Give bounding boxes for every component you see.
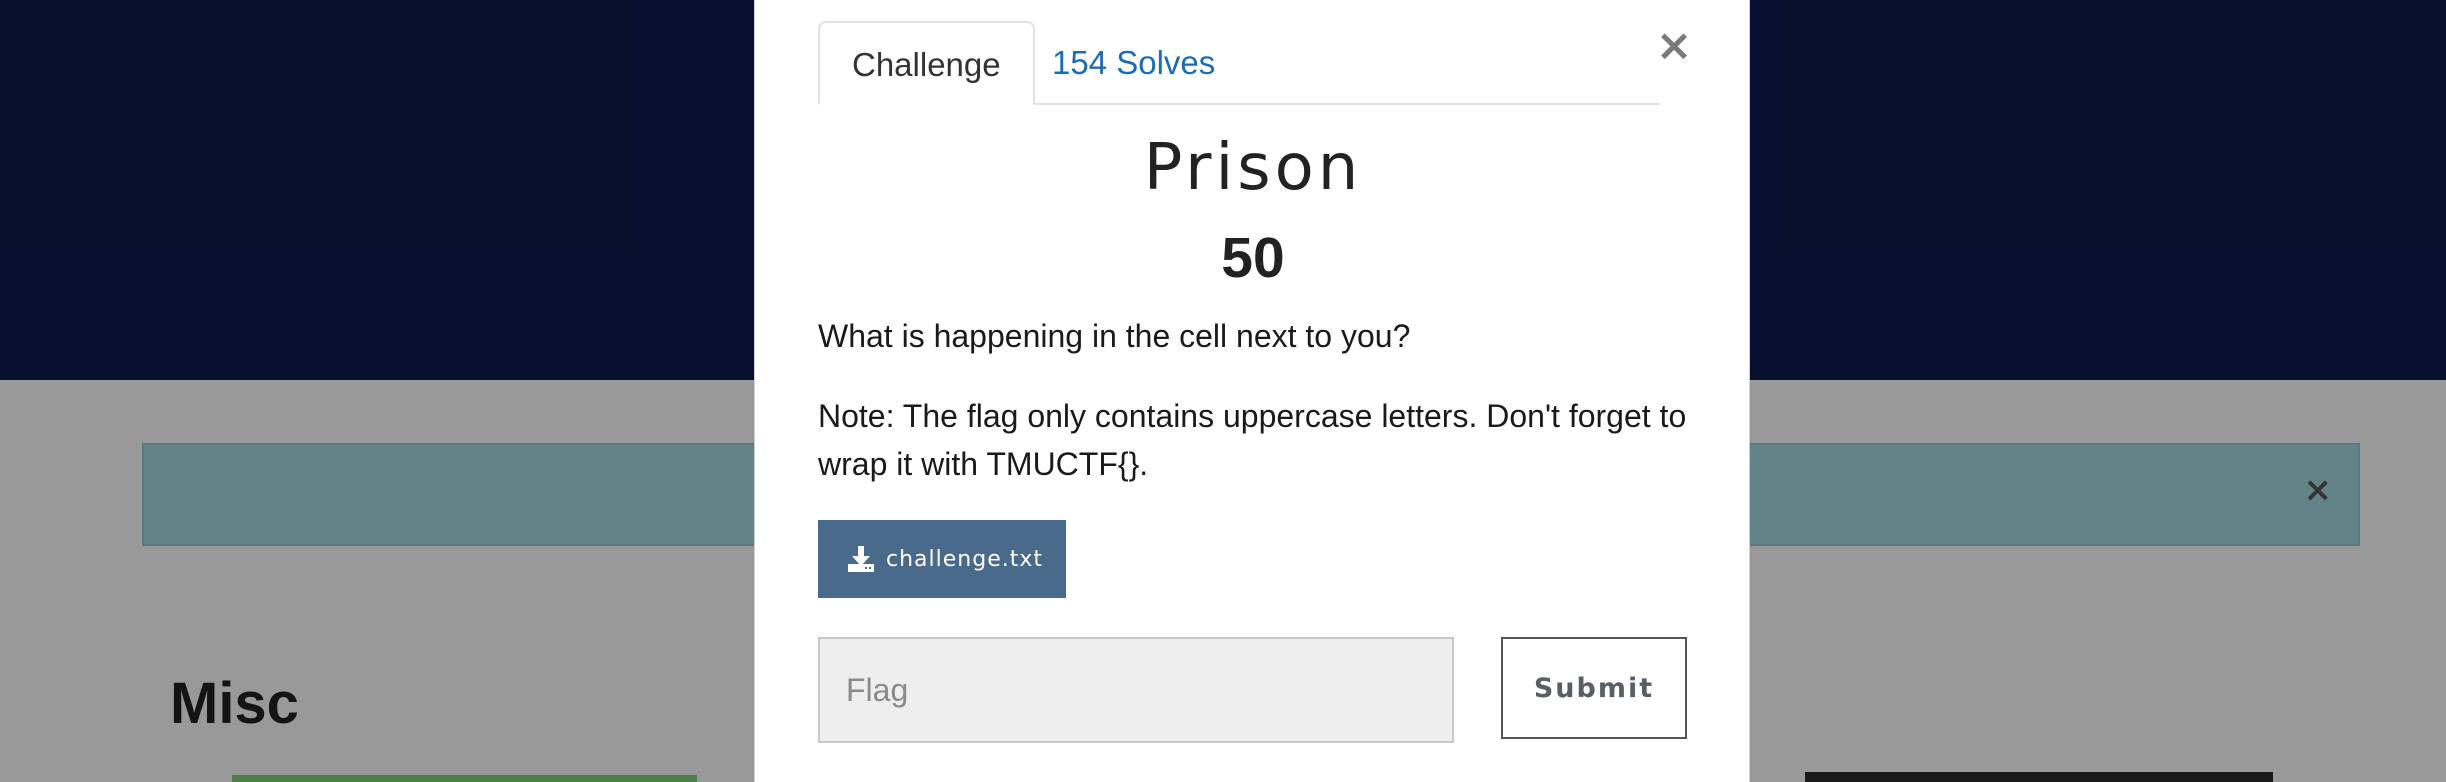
challenge-name: Prison	[1143, 131, 1363, 205]
challenge-description-line: What is happening in the cell next to yo…	[818, 318, 1411, 354]
challenge-modal: Challenge 154 Solves × Prison 50 What is…	[754, 0, 1750, 782]
download-file-button[interactable]: challenge.txt	[818, 520, 1066, 598]
download-icon	[846, 544, 876, 574]
modal-tabs: Challenge 154 Solves	[818, 21, 1660, 105]
tab-challenge[interactable]: Challenge	[818, 21, 1035, 105]
close-icon[interactable]: ×	[1650, 22, 1698, 70]
challenge-value: 50	[1221, 226, 1285, 290]
submit-button[interactable]: Submit	[1501, 637, 1687, 739]
tab-solves[interactable]: 154 Solves	[1020, 21, 1247, 105]
challenge-description-note: Note: The flag only contains uppercase l…	[818, 398, 1687, 482]
download-file-label: challenge.txt	[886, 546, 1043, 572]
flag-input[interactable]	[818, 637, 1454, 743]
